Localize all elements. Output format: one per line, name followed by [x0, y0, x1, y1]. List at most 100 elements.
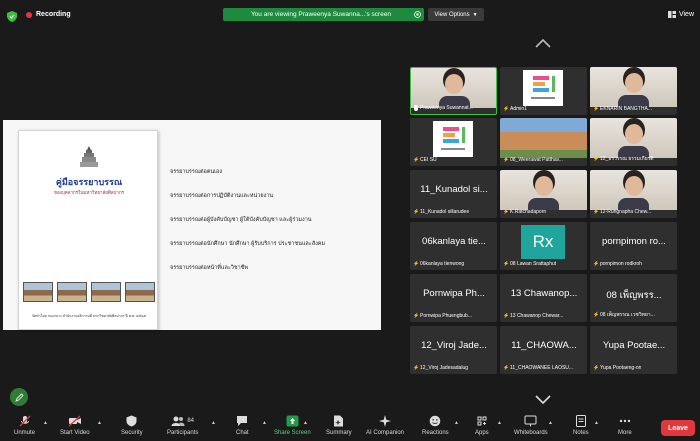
summary-button[interactable]: Summary — [326, 415, 352, 436]
chevron-down-icon[interactable] — [535, 395, 551, 405]
participant-display-name: Yupa Pootae... — [602, 340, 666, 351]
view-button[interactable]: View — [667, 11, 694, 18]
participant-name-label: ⚡ 13 Chawanop Chewar... — [503, 313, 563, 319]
participant-name: pornpimon rodkroh — [600, 261, 642, 267]
participant-name-label: ⚡ 12_อรวรรณ ธรรมเกียรติ — [593, 155, 654, 163]
participant-tile[interactable]: Praweenya Suwannat... — [410, 67, 497, 115]
participant-tile[interactable]: ⚡ K.Ratchadaporn — [500, 170, 587, 218]
start-video-label: Start Video — [60, 430, 90, 436]
participant-tile[interactable]: ⚡ Admin1 — [500, 67, 587, 115]
participant-tile[interactable]: ⚡ 08_Weerawat Patthav... — [500, 118, 587, 166]
view-options-button[interactable]: View Options ▼ — [428, 8, 484, 21]
participant-display-name: 06kanlaya tie... — [422, 236, 486, 247]
participant-tile[interactable]: 06kanlaya tie... ⚡ 06kanlaya tienwong — [410, 222, 497, 270]
recording-indicator[interactable]: Recording — [26, 11, 71, 18]
mic-off-icon: ⚡ — [413, 365, 420, 371]
mic-off-icon: ⚡ — [503, 157, 510, 163]
participant-name: 13 Chawanop Chewar... — [510, 313, 564, 319]
chevron-up-icon[interactable] — [535, 38, 551, 48]
apps-button[interactable]: Apps — [475, 415, 489, 436]
mic-off-icon: ⚡ — [413, 313, 420, 319]
participant-name-label: ⚡ 11_Kunadol sillarudee — [413, 209, 469, 215]
participant-tile[interactable]: 11_CHAOWA... ⚡ 11_CHAOWANEE LAOSU... — [500, 326, 587, 374]
chevron-up-icon[interactable]: ▲ — [262, 420, 267, 426]
more-button[interactable]: More — [618, 415, 632, 436]
share-screen-icon — [286, 415, 299, 427]
participant-name: 12_Viroj Jadesadalug — [420, 365, 469, 371]
leave-button[interactable]: Leave — [661, 420, 695, 436]
shield-icon — [126, 415, 137, 427]
participants-icon — [171, 416, 185, 426]
notes-button[interactable]: Notes — [573, 415, 589, 436]
participant-tile[interactable]: Yupa Pootae... ⚡ Yupa Pootaeng-on — [590, 326, 677, 374]
participant-tile[interactable]: 11_Kunadol si... ⚡ 11_Kunadol sillarudee — [410, 170, 497, 218]
chevron-up-icon[interactable]: ▲ — [303, 420, 308, 426]
participant-tile[interactable]: 13 Chawanop... ⚡ 13 Chawanop Chewar... — [500, 274, 587, 322]
mic-off-icon: ⚡ — [503, 313, 510, 319]
chevron-up-icon[interactable]: ▲ — [211, 420, 216, 426]
ethics-list: จรรยาบรรณต่อตนเอง จรรยาบรรณต่อการปฏิบัติ… — [170, 168, 375, 288]
participant-name: 12_อรวรรณ ธรรมเกียรติ — [600, 156, 654, 162]
participants-count: 84 — [187, 418, 195, 424]
mic-off-icon: ⚡ — [593, 312, 600, 318]
participant-tile[interactable]: ⚡ 12_อรวรรณ ธรรมเกียรติ — [590, 118, 677, 166]
participant-tile[interactable]: pornpimon ro... ⚡ pornpimon rodkroh — [590, 222, 677, 270]
apps-label: Apps — [475, 430, 489, 436]
ai-companion-button[interactable]: AI Companion — [366, 415, 404, 436]
recording-label: Recording — [36, 11, 71, 18]
participant-tile[interactable]: ⚡ EKNARIN BANGTHA... — [590, 67, 677, 115]
mic-off-icon: ⚡ — [593, 365, 600, 371]
photo-strip — [23, 282, 155, 302]
rx-avatar: Rx — [521, 225, 565, 259]
reactions-button[interactable]: Reactions — [422, 415, 449, 436]
chat-button[interactable]: Chat — [236, 415, 249, 436]
participant-tile[interactable]: 08 เพ็ญพรร... ⚡ 08 เพ็ญพรรณ เวชวิทยา... — [590, 274, 677, 322]
participant-name-label: ⚡ Admin1 — [503, 106, 527, 112]
start-video-button[interactable]: Start Video — [60, 415, 90, 436]
chevron-up-icon[interactable]: ▲ — [454, 420, 459, 426]
participant-display-name: Pornwipa Ph... — [423, 288, 485, 299]
participants-button[interactable]: 84 Participants — [167, 415, 198, 436]
security-button[interactable]: Security — [121, 415, 143, 436]
participant-display-name: 12_Viroj Jade... — [421, 340, 487, 351]
list-item: จรรยาบรรณต่อหน้าที่และวิชาชีพ — [170, 265, 249, 271]
unmute-button[interactable]: Unmute — [14, 415, 35, 436]
participant-tile[interactable]: ⚡ CEI SU — [410, 118, 497, 166]
more-icon — [619, 419, 631, 423]
top-bar: Recording You are viewing Praweenya Suwa… — [0, 0, 700, 30]
chevron-up-icon[interactable]: ▲ — [97, 420, 102, 426]
university-emblem-icon — [80, 146, 98, 167]
participant-name-label: ⚡ pornpimon rodkroh — [593, 261, 642, 267]
chevron-up-icon[interactable]: ▲ — [548, 420, 553, 426]
person-silhouette — [444, 74, 463, 94]
chevron-up-icon[interactable]: ▲ — [497, 420, 502, 426]
zoom-meeting-window: Recording You are viewing Praweenya Suwa… — [0, 0, 700, 441]
participant-name-label: ⚡ 08_Weerawat Patthav... — [503, 157, 563, 163]
participant-name: 06kanlaya tienwong — [420, 261, 465, 267]
chevron-up-icon[interactable]: ▲ — [594, 420, 599, 426]
participant-display-name: 13 Chawanop... — [510, 288, 578, 299]
rx-avatar-text: Rx — [532, 232, 554, 251]
person-silhouette — [624, 124, 643, 144]
mic-off-icon: ⚡ — [503, 106, 510, 112]
mic-off-icon: ⚡ — [593, 106, 600, 112]
video-off-icon — [68, 415, 81, 427]
participant-tile[interactable]: Rx ⚡ 08 Lawan Srattaphut — [500, 222, 587, 270]
participant-name-label: ⚡ 06kanlaya tienwong — [413, 261, 464, 267]
mic-off-icon: ⚡ — [503, 261, 510, 267]
participant-display-name: 08 เพ็ญพรร... — [606, 290, 662, 301]
participant-name: Pornwipa Phuengbub... — [420, 313, 472, 319]
meeting-toolbar: Unmute ▲ Start Video ▲ Security 84 Parti… — [0, 412, 700, 441]
participant-name: K.Ratchadaporn — [510, 209, 547, 215]
share-status-icon[interactable] — [411, 8, 424, 21]
whiteboards-button[interactable]: Whiteboards — [514, 415, 548, 436]
participant-tile[interactable]: 12_Viroj Jade... ⚡ 12_Viroj Jadesadalug — [410, 326, 497, 374]
chevron-up-icon[interactable]: ▲ — [43, 420, 48, 426]
document-subtitle: ของบุคลากรในมหาวิทยาลัยศิลปากร — [53, 190, 125, 195]
shield-icon[interactable] — [7, 11, 17, 22]
list-item: จรรยาบรรณต่อตนเอง — [170, 169, 223, 175]
participant-tile[interactable]: ⚡ 12-Rungnapha Chew... — [590, 170, 677, 218]
participants-label: Participants — [167, 430, 199, 436]
participant-tile[interactable]: Pornwipa Ph... ⚡ Pornwipa Phuengbub... — [410, 274, 497, 322]
annotate-button[interactable] — [10, 388, 28, 406]
